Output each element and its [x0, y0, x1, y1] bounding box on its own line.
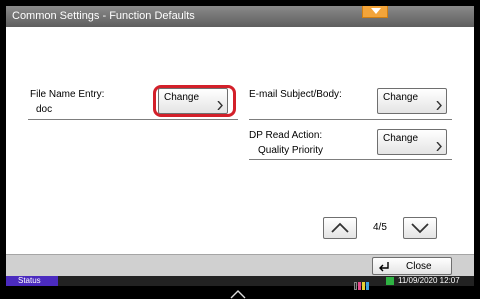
- return-arrow-icon: [379, 262, 389, 272]
- email-subject-label: E-mail Subject/Body:: [249, 89, 342, 100]
- divider: [249, 119, 452, 120]
- title-tab-button[interactable]: [362, 6, 388, 18]
- close-button-label: Close: [406, 261, 432, 272]
- dp-read-action-value: Quality Priority: [258, 145, 324, 156]
- chevron-right-icon: [436, 101, 442, 110]
- close-button[interactable]: Close: [372, 257, 452, 275]
- settings-screen: Common Settings - Function Defaults File…: [6, 6, 474, 284]
- toner-level-icon: [354, 277, 370, 290]
- file-name-entry-value: doc: [36, 104, 53, 115]
- status-datetime: 11/09/2020 12:07: [398, 276, 460, 285]
- chevron-down-icon: [371, 8, 381, 14]
- home-icon[interactable]: [230, 290, 246, 299]
- divider: [28, 119, 238, 120]
- email-subject-change-button[interactable]: Change: [377, 88, 447, 114]
- chevron-up-icon: [331, 222, 349, 233]
- status-indicator-icon: [386, 277, 394, 285]
- change-button-label: Change: [164, 92, 200, 103]
- dp-read-action-change-button[interactable]: Change: [377, 129, 447, 155]
- file-name-entry-label: File Name Entry:: [30, 89, 105, 100]
- bottom-bar: Close: [6, 254, 474, 277]
- status-tab[interactable]: Status: [6, 276, 58, 286]
- chevron-right-icon: [436, 142, 442, 151]
- settings-content: File Name Entry: doc Change E-mail Subje…: [6, 27, 474, 254]
- title-bar: Common Settings - Function Defaults: [6, 6, 474, 27]
- file-name-entry-change-button[interactable]: Change: [158, 88, 228, 114]
- window-title: Common Settings - Function Defaults: [12, 10, 195, 22]
- status-bar: Status 11/09/2020 12:07: [6, 276, 474, 290]
- dp-read-action-label: DP Read Action:: [249, 130, 323, 141]
- chevron-right-icon: [217, 101, 223, 110]
- chevron-down-icon: [411, 223, 429, 234]
- change-button-label: Change: [383, 92, 419, 103]
- divider: [249, 159, 452, 160]
- page-down-button[interactable]: [403, 217, 437, 239]
- change-button-label: Change: [383, 133, 419, 144]
- page-indicator: 4/5: [373, 222, 387, 233]
- page-up-button[interactable]: [323, 217, 357, 239]
